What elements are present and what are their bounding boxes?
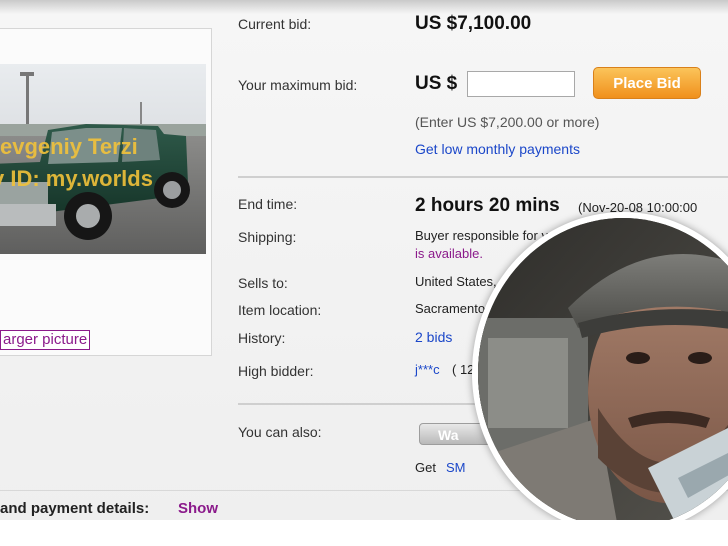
end-time-value: 2 hours 20 mins [415,195,560,216]
shipping-note[interactable]: is available. [415,246,483,261]
high-bidder-link[interactable]: j***c [415,362,440,377]
currency-prefix: US $ [415,73,458,94]
max-bid-input[interactable] [467,71,575,97]
man-portrait-image [478,218,728,520]
item-photo[interactable]: evgeniy Terzi y ID: my.worlds [0,64,206,254]
divider-1 [238,176,728,178]
shipping-label: Shipping: [238,229,297,245]
ebay-listing-screenshot: evgeniy Terzi y ID: my.worlds arger pict… [0,0,728,520]
sells-to-label: Sells to: [238,275,288,291]
monthly-payments-link[interactable]: Get low monthly payments [415,141,580,157]
watermark-line-2: y ID: my.worlds [0,166,153,191]
show-link[interactable]: Show [178,500,218,517]
sms-link[interactable]: SM [446,460,466,475]
current-bid-value: US $7,100.00 [415,13,532,34]
watermark-line-1: evgeniy Terzi [0,134,138,159]
bid-history-link[interactable]: 2 bids [415,329,452,345]
top-shadow [0,0,728,14]
get-prefix: Get [415,460,436,475]
shipping-value: Buyer responsible for v [415,228,548,243]
current-bid-label: Current bid: [238,16,312,32]
history-label: History: [238,330,286,346]
larger-picture-link[interactable]: arger picture [0,330,91,350]
high-bidder-label: High bidder: [238,363,314,379]
payment-details-label: and payment details: [0,500,150,517]
place-bid-button[interactable]: Place Bid [593,67,701,99]
end-time-label: End time: [238,196,298,212]
item-location-label: Item location: [238,302,322,318]
truck-image: evgeniy Terzi y ID: my.worlds [0,64,206,254]
item-location-value: Sacramento, [415,301,489,316]
min-bid-hint: (Enter US $7,200.00 or more) [415,114,600,130]
max-bid-label: Your maximum bid: [238,77,358,93]
you-can-also-label: You can also: [238,424,322,440]
bidder-portrait-inset [472,212,728,520]
